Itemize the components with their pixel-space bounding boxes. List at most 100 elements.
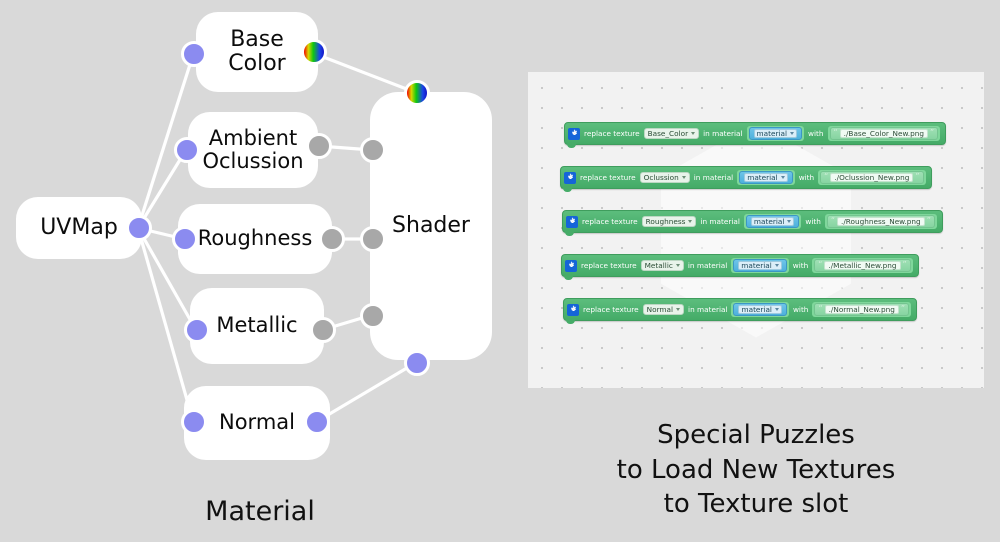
chevron-down-icon [688, 219, 693, 223]
material-dropdown[interactable]: material [750, 216, 795, 227]
socket-metallic-input[interactable] [184, 317, 210, 343]
path-socket[interactable]: “ ./Normal_New.png ” [812, 301, 912, 318]
material-socket[interactable]: material [731, 301, 789, 318]
material-dropdown[interactable]: material [744, 172, 788, 183]
texture-dropdown-value: Roughness [645, 216, 686, 226]
blockly-workspace[interactable]: replace texture Base_Color in material m… [528, 72, 984, 388]
node-shader-label: Shader [392, 212, 470, 238]
quote-close-icon: ” [915, 172, 920, 182]
path-socket[interactable]: “ ./Oclussion_New.png ” [818, 169, 926, 186]
socket-base-color-input[interactable] [181, 41, 207, 67]
socket-normal-input[interactable] [181, 409, 207, 435]
socket-shader-normal-input[interactable] [404, 350, 430, 376]
chevron-down-icon [774, 263, 779, 267]
socket-ambient-oclussion-input[interactable] [174, 137, 200, 163]
block-verb-label: replace texture [581, 261, 637, 270]
texture-dropdown[interactable]: Metallic [640, 259, 684, 272]
material-block[interactable]: material [733, 258, 787, 273]
material-block[interactable]: material [745, 214, 800, 229]
material-block[interactable]: material [733, 302, 787, 317]
node-metallic[interactable]: Metallic [190, 288, 324, 364]
block-replace-texture-normal[interactable]: replace texture Normal in material mater… [563, 298, 918, 324]
texture-dropdown-value: Oclussion [643, 172, 679, 182]
node-base-color[interactable]: Base Color [196, 12, 318, 92]
chevron-down-icon [780, 175, 785, 179]
material-socket[interactable]: material [746, 125, 805, 142]
chevron-down-icon [681, 175, 686, 179]
material-node-graph: UVMap Base Color Ambient Oclussion Rough… [0, 0, 520, 542]
block-replace-texture-metallic[interactable]: replace texture Metallic in material mat… [561, 254, 919, 280]
material-block[interactable]: material [739, 170, 793, 185]
socket-shader-ao-input[interactable] [360, 137, 386, 163]
gear-icon[interactable] [568, 127, 580, 140]
material-socket[interactable]: material [743, 213, 802, 230]
node-ambient-oclussion[interactable]: Ambient Oclussion [188, 112, 318, 188]
material-block[interactable]: material [748, 126, 803, 141]
texture-dropdown-value: Metallic [644, 260, 673, 270]
block-verb-label: replace texture [580, 173, 636, 182]
material-dropdown[interactable]: material [738, 304, 782, 315]
puzzles-caption-line-1: Special Puzzles [657, 420, 855, 450]
material-dropdown-value: material [741, 260, 772, 270]
path-socket[interactable]: “ ./Metallic_New.png ” [812, 257, 913, 274]
block-with-label: with [792, 305, 809, 314]
block-replace-texture-oclussion[interactable]: replace texture Oclussion in material ma… [560, 166, 932, 192]
gear-icon[interactable] [564, 171, 576, 184]
material-caption: Material [205, 496, 315, 527]
quote-open-icon: “ [830, 216, 835, 226]
gear-icon[interactable] [566, 215, 578, 228]
node-metallic-label: Metallic [216, 313, 298, 338]
material-dropdown[interactable]: material [753, 128, 798, 139]
socket-normal-output[interactable] [304, 409, 330, 435]
block-verb-label: replace texture [583, 305, 639, 314]
block-replace-texture-base-color[interactable]: replace texture Base_Color in material m… [564, 122, 947, 148]
material-dropdown-value: material [741, 304, 772, 314]
socket-shader-color-input[interactable] [404, 80, 430, 106]
node-uvmap[interactable]: UVMap [16, 197, 142, 259]
gear-icon[interactable] [565, 259, 577, 272]
socket-metallic-output[interactable] [310, 317, 336, 343]
chevron-down-icon [675, 263, 680, 267]
texture-dropdown[interactable]: Normal [642, 303, 685, 316]
string-block[interactable]: “ ./Roughness_New.png ” [826, 214, 935, 229]
puzzles-caption-line-2: to Load New Textures [616, 454, 896, 485]
quote-close-icon: ” [930, 128, 935, 138]
puzzles-caption: Special Puzzles to Load New Textures to … [528, 418, 984, 522]
string-block[interactable]: “ ./Normal_New.png ” [814, 302, 910, 317]
material-socket[interactable]: material [737, 169, 795, 186]
screenshot-root: UVMap Base Color Ambient Oclussion Rough… [0, 0, 1000, 542]
texture-dropdown[interactable]: Base_Color [643, 127, 700, 140]
path-field[interactable]: ./Roughness_New.png [837, 216, 925, 227]
path-field[interactable]: ./Metallic_New.png [824, 260, 901, 271]
material-dropdown-value: material [747, 172, 778, 182]
socket-shader-metallic-input[interactable] [360, 303, 386, 329]
path-socket[interactable]: “ ./Base_Color_New.png ” [827, 125, 941, 142]
gear-icon[interactable] [567, 303, 579, 316]
path-field[interactable]: ./Normal_New.png [824, 304, 899, 315]
texture-dropdown[interactable]: Oclussion [639, 171, 690, 184]
node-ambient-oclussion-label: Ambient Oclussion [202, 125, 304, 173]
quote-close-icon: ” [926, 216, 931, 226]
socket-ambient-oclussion-output[interactable] [306, 133, 332, 159]
string-block[interactable]: “ ./Metallic_New.png ” [814, 258, 911, 273]
socket-roughness-input[interactable] [172, 226, 198, 252]
socket-roughness-output[interactable] [319, 226, 345, 252]
material-socket[interactable]: material [731, 257, 789, 274]
material-dropdown[interactable]: material [738, 260, 782, 271]
socket-base-color-output[interactable] [301, 39, 327, 65]
texture-dropdown[interactable]: Roughness [641, 215, 697, 228]
path-field[interactable]: ./Oclussion_New.png [830, 172, 914, 183]
material-dropdown-value: material [756, 128, 788, 138]
string-block[interactable]: “ ./Base_Color_New.png ” [829, 126, 939, 141]
block-in-material-label: in material [700, 217, 740, 226]
socket-uvmap-output[interactable] [126, 215, 152, 241]
path-socket[interactable]: “ ./Roughness_New.png ” [824, 213, 937, 230]
block-replace-texture-roughness[interactable]: replace texture Roughness in material ma… [562, 210, 943, 236]
path-field[interactable]: ./Base_Color_New.png [839, 128, 929, 139]
node-shader[interactable]: Shader [370, 92, 492, 360]
node-roughness[interactable]: Roughness [178, 204, 332, 274]
socket-shader-roughness-input[interactable] [360, 226, 386, 252]
puzzles-caption-line-3: to Texture slot [663, 489, 849, 520]
texture-dropdown-value: Normal [646, 304, 674, 314]
string-block[interactable]: “ ./Oclussion_New.png ” [820, 170, 924, 185]
